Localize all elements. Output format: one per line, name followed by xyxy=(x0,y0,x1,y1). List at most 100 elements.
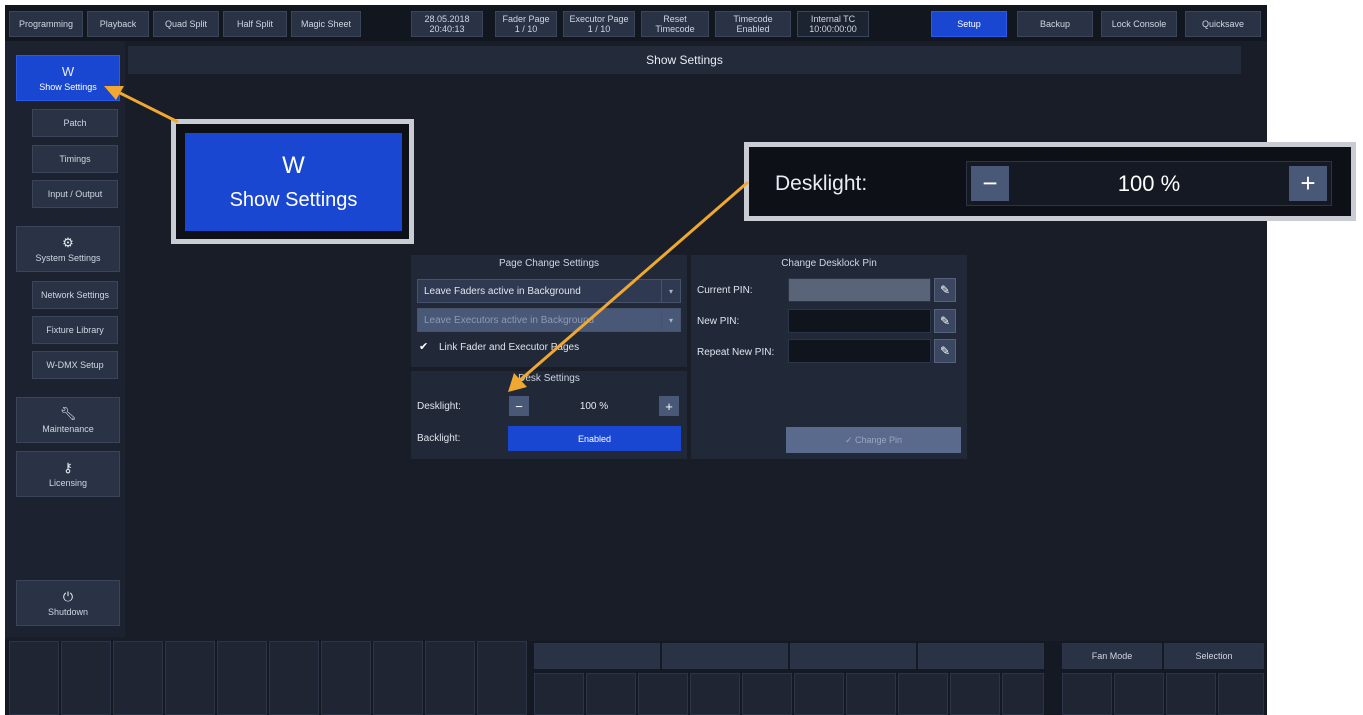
wrench-icon: 🔧︎ xyxy=(59,405,77,421)
executors-background-select[interactable]: Leave Executors active in Background ▾ xyxy=(417,308,681,332)
tab-programming[interactable]: Programming xyxy=(9,11,83,37)
quicksave-button[interactable]: Quicksave xyxy=(1185,11,1261,37)
fader-slot[interactable] xyxy=(1002,673,1044,715)
new-pin-edit-button[interactable]: ✎ xyxy=(934,309,956,333)
desklight-plus-button[interactable]: + xyxy=(659,396,679,416)
fader-group-header[interactable] xyxy=(662,643,788,669)
fader-slot[interactable] xyxy=(586,673,636,715)
executor-page-button[interactable]: Executor Page 1 / 10 xyxy=(563,11,635,37)
backlight-toggle[interactable]: Enabled xyxy=(508,426,681,451)
sidebar-item-label: System Settings xyxy=(35,252,101,263)
faders-background-value: Leave Faders active in Background xyxy=(424,285,581,297)
desk-settings-title: Desk Settings xyxy=(518,373,580,384)
fan-slot[interactable] xyxy=(1062,673,1112,715)
fader-slot[interactable] xyxy=(846,673,896,715)
repeat-pin-input[interactable] xyxy=(788,339,931,363)
show-logo-icon: W xyxy=(61,63,75,79)
selection-button[interactable]: Selection xyxy=(1164,643,1264,669)
executor-slot[interactable] xyxy=(165,641,215,715)
current-pin-edit-button[interactable]: ✎ xyxy=(934,278,956,302)
fader-page-button[interactable]: Fader Page 1 / 10 xyxy=(495,11,557,37)
timecode-value: Enabled xyxy=(736,24,770,34)
fader-group-header[interactable] xyxy=(790,643,916,669)
executor-slot[interactable] xyxy=(321,641,371,715)
executor-slot[interactable] xyxy=(425,641,475,715)
backup-button[interactable]: Backup xyxy=(1017,11,1093,37)
fader-slot[interactable] xyxy=(898,673,948,715)
executor-bar: Fan Mode Selection xyxy=(5,641,1267,715)
timecode-button[interactable]: Timecode Enabled xyxy=(715,11,791,37)
show-logo-icon: W xyxy=(282,151,305,179)
power-icon: ⏻ xyxy=(62,588,74,604)
desklight-label: Desklight: xyxy=(417,401,461,412)
sidebar-item-wdmx-setup[interactable]: W-DMX Setup xyxy=(32,351,118,379)
executor-slot[interactable] xyxy=(61,641,111,715)
fader-slot[interactable] xyxy=(638,673,688,715)
link-pages-checkbox[interactable]: ✔ xyxy=(419,341,431,353)
sidebar-item-label: Licensing xyxy=(48,477,88,488)
tab-playback[interactable]: Playback xyxy=(87,11,149,37)
sidebar-item-fixture-library[interactable]: Fixture Library xyxy=(32,316,118,344)
tab-half-split[interactable]: Half Split xyxy=(223,11,287,37)
sidebar: W Show Settings Patch Timings Input / Ou… xyxy=(5,41,125,637)
lock-console-button[interactable]: Lock Console xyxy=(1101,11,1177,37)
reset-sublabel: Timecode xyxy=(655,24,695,34)
executor-slot[interactable] xyxy=(477,641,527,715)
tab-magic-sheet[interactable]: Magic Sheet xyxy=(291,11,361,37)
fader-slot[interactable] xyxy=(742,673,792,715)
change-pin-button[interactable]: ✓ Change Pin xyxy=(786,427,961,453)
executor-slot[interactable] xyxy=(217,641,267,715)
fader-slot[interactable] xyxy=(534,673,584,715)
fan-slot[interactable] xyxy=(1114,673,1164,715)
gears-icon: ⚙ xyxy=(62,234,74,250)
new-pin-label: New PIN: xyxy=(697,316,740,327)
desklight-minus-button[interactable]: − xyxy=(509,396,529,416)
new-pin-input[interactable] xyxy=(788,309,931,333)
sidebar-item-patch[interactable]: Patch xyxy=(32,109,118,137)
show-settings-zoom-label: Show Settings xyxy=(229,188,358,211)
fan-mode-button[interactable]: Fan Mode xyxy=(1062,643,1162,669)
reset-timecode-button[interactable]: Reset Timecode xyxy=(641,11,709,37)
setup-button[interactable]: Setup xyxy=(931,11,1007,37)
fader-slot[interactable] xyxy=(950,673,1000,715)
timecode-label: Timecode xyxy=(733,14,773,24)
current-pin-label: Current PIN: xyxy=(697,285,753,296)
executor-page-value: 1 / 10 xyxy=(587,24,611,34)
executor-slot[interactable] xyxy=(373,641,423,715)
fader-group-header[interactable] xyxy=(918,643,1044,669)
executor-slot[interactable] xyxy=(9,641,59,715)
fader-page-value: 1 / 10 xyxy=(514,24,538,34)
current-pin-input[interactable] xyxy=(788,278,931,302)
pencil-icon: ✎ xyxy=(939,314,951,328)
page-change-panel: Page Change Settings Leave Faders active… xyxy=(411,255,687,367)
page-title: Show Settings xyxy=(128,46,1241,74)
fader-slot[interactable] xyxy=(690,673,740,715)
faders-background-select[interactable]: Leave Faders active in Background ▾ xyxy=(417,279,681,303)
link-pages-label: Link Fader and Executor Pages xyxy=(439,342,580,353)
sidebar-item-maintenance[interactable]: 🔧︎ Maintenance xyxy=(16,397,120,443)
executors-background-value: Leave Executors active in Background xyxy=(424,314,595,326)
internal-tc-label: Internal TC xyxy=(810,14,856,24)
reset-label: Reset xyxy=(663,14,687,24)
sidebar-item-system-settings[interactable]: ⚙ System Settings xyxy=(16,226,120,272)
sidebar-item-shutdown[interactable]: ⏻ Shutdown xyxy=(16,580,120,626)
executor-slot[interactable] xyxy=(113,641,163,715)
desklight-zoom-label: Desklight: xyxy=(775,172,868,195)
repeat-pin-edit-button[interactable]: ✎ xyxy=(934,339,956,363)
pencil-icon: ✎ xyxy=(939,344,951,358)
sidebar-item-label: Show Settings xyxy=(39,81,97,92)
plus-icon: + xyxy=(1289,166,1327,201)
fader-group-header[interactable] xyxy=(534,643,660,669)
internal-tc-display: Internal TC 10:00:00:00 xyxy=(797,11,869,37)
sidebar-item-show-settings[interactable]: W Show Settings xyxy=(16,55,120,101)
selection-slot[interactable] xyxy=(1166,673,1216,715)
sidebar-item-timings[interactable]: Timings xyxy=(32,145,118,173)
sidebar-item-licensing[interactable]: ⚷ Licensing xyxy=(16,451,120,497)
tab-quad-split[interactable]: Quad Split xyxy=(153,11,219,37)
executor-slot[interactable] xyxy=(269,641,319,715)
sidebar-item-network-settings[interactable]: Network Settings xyxy=(32,281,118,309)
fader-slot[interactable] xyxy=(794,673,844,715)
selection-slot[interactable] xyxy=(1218,673,1264,715)
sidebar-item-input-output[interactable]: Input / Output xyxy=(32,180,118,208)
internal-tc-value: 10:00:00:00 xyxy=(809,24,857,34)
